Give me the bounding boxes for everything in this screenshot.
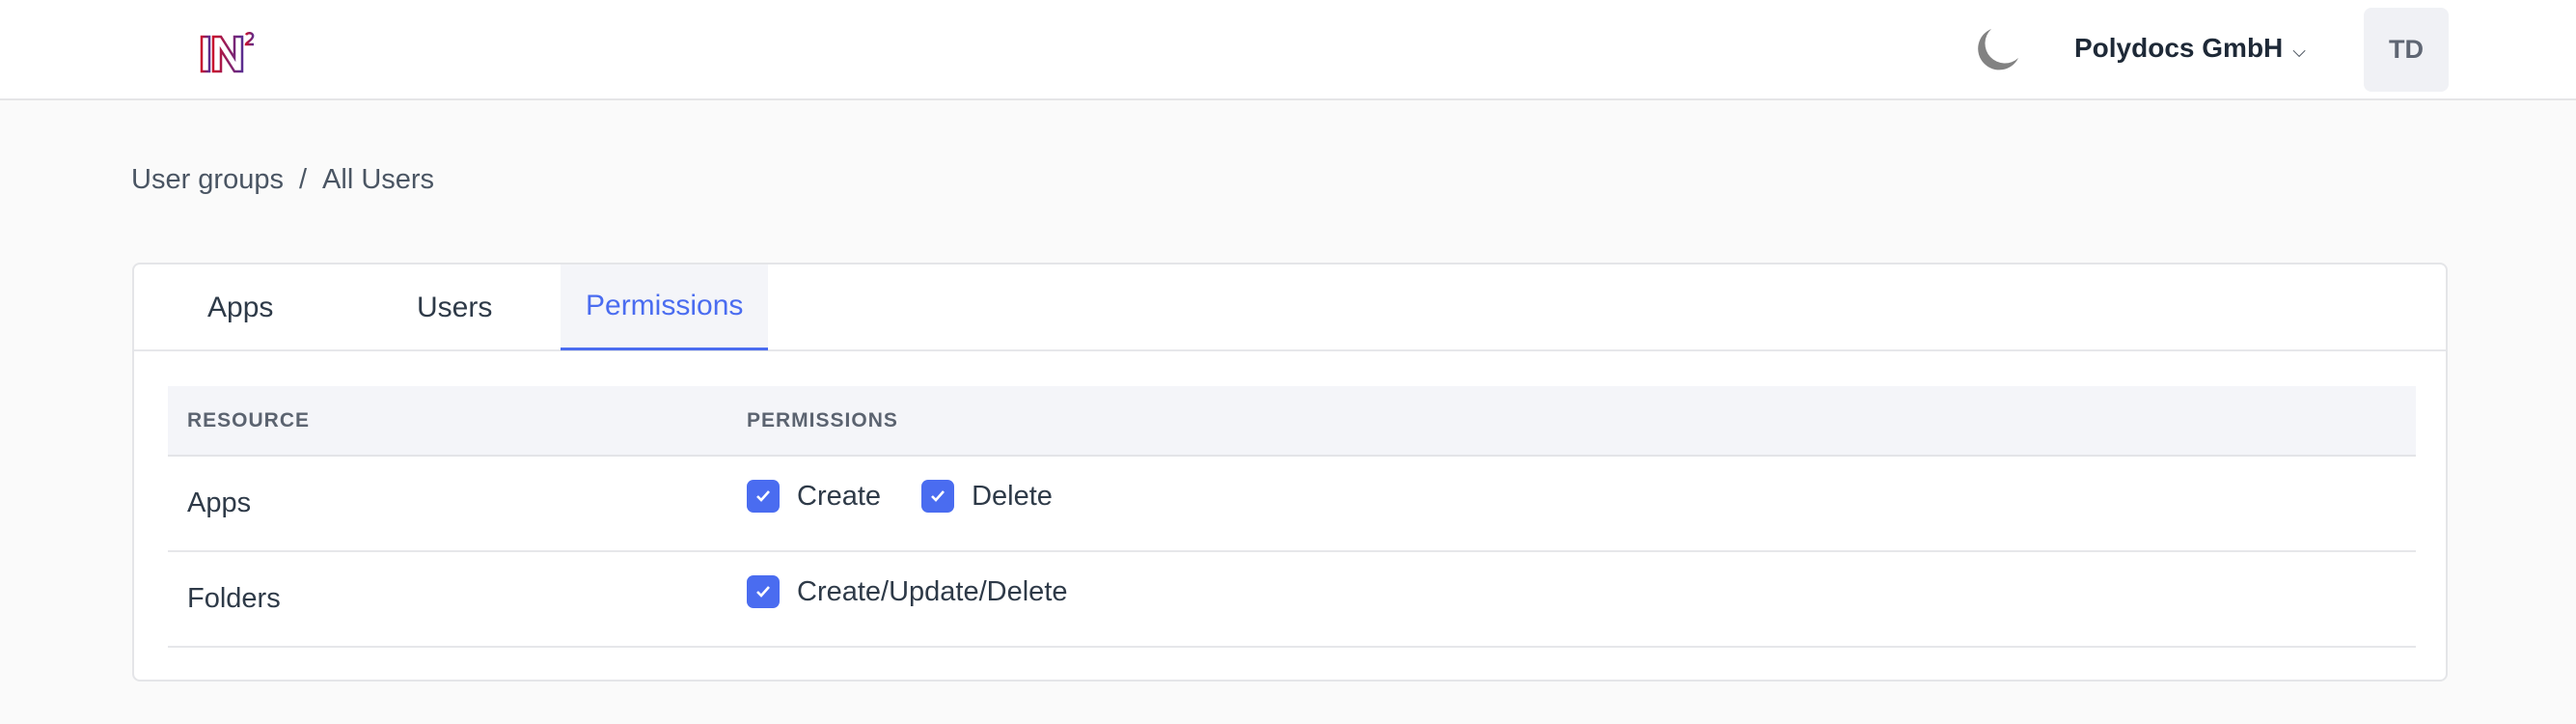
tab-permissions[interactable]: Permissions [561, 265, 769, 350]
permissions-cell: Create Delete [727, 456, 2416, 552]
breadcrumb-all-users: All Users [322, 164, 435, 195]
moon-icon[interactable] [1974, 27, 2022, 78]
checkbox-checked-icon[interactable] [747, 575, 780, 608]
column-header-permissions: PERMISSIONS [727, 386, 2416, 457]
checkbox-label: Create/Update/Delete [797, 575, 1068, 607]
user-group-card: Apps Users Permissions RESOURCE PERMISSI… [132, 263, 2448, 682]
checkbox-checked-icon[interactable] [921, 480, 955, 513]
column-header-resource: RESOURCE [168, 386, 727, 457]
permission-checkbox-create-update-delete[interactable]: Create/Update/Delete [747, 575, 1068, 608]
app-logo[interactable] [199, 31, 259, 80]
org-switcher[interactable]: Polydocs GmbH ⌵ [2074, 33, 2306, 64]
resource-cell: Folders [168, 551, 727, 648]
breadcrumb-user-groups[interactable]: User groups [131, 164, 284, 195]
breadcrumb: User groups / All Users [131, 164, 434, 196]
avatar[interactable]: TD [2364, 8, 2449, 92]
table-row: Folders Create/Update/Delete [168, 551, 2416, 648]
permission-checkbox-create[interactable]: Create [747, 480, 881, 513]
tab-bar: Apps Users Permissions [134, 265, 2446, 351]
org-name: Polydocs GmbH [2074, 33, 2284, 63]
permissions-cell: Create/Update/Delete [727, 551, 2416, 648]
resource-cell: Apps [168, 456, 727, 552]
breadcrumb-separator: / [298, 164, 308, 195]
permissions-table: RESOURCE PERMISSIONS Apps Create Delete … [168, 386, 2416, 648]
permission-checkbox-delete[interactable]: Delete [921, 480, 1053, 513]
chevron-down-icon: ⌵ [2292, 41, 2306, 61]
table-header-row: RESOURCE PERMISSIONS [168, 386, 2416, 457]
checkbox-label: Delete [972, 480, 1053, 512]
checkbox-label: Create [797, 480, 882, 512]
table-row: Apps Create Delete [168, 456, 2416, 552]
tab-apps[interactable]: Apps [207, 265, 273, 350]
checkbox-checked-icon[interactable] [747, 480, 780, 513]
top-header: Polydocs GmbH ⌵ TD [0, 0, 2576, 100]
tab-users[interactable]: Users [417, 265, 492, 350]
